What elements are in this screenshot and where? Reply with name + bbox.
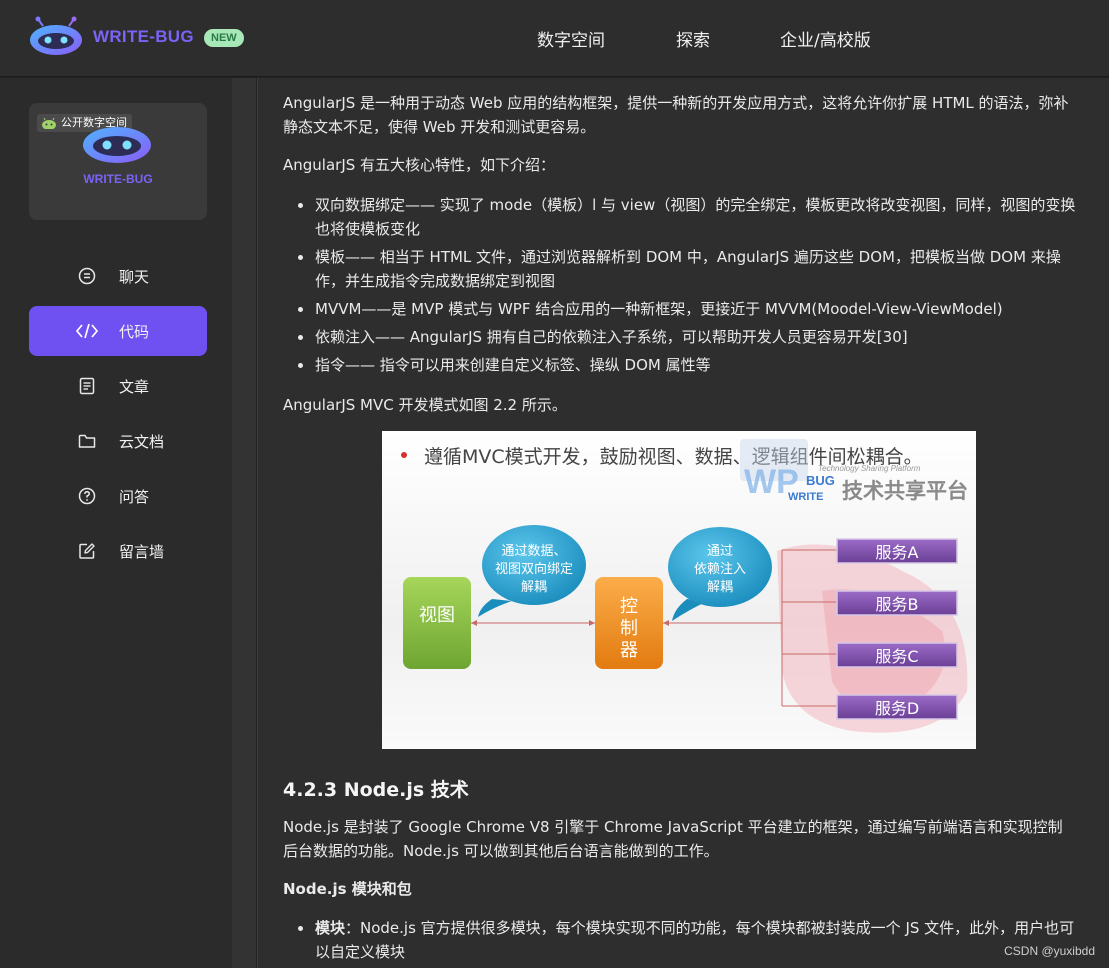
top-bar: WRITE-BUG NEW 数字空间 探索 企业/高校版 bbox=[0, 0, 1109, 77]
service-c-box: 服务C bbox=[836, 642, 958, 668]
list-item: MVVM——是 MVP 模式与 WPF 结合应用的一种新框架，更接近于 MVVM… bbox=[283, 297, 1083, 321]
sidebar-item-qa[interactable]: 问答 bbox=[29, 471, 207, 521]
code-icon bbox=[76, 323, 98, 339]
svg-text:制: 制 bbox=[620, 618, 638, 639]
sidebar-item-code[interactable]: 代码 bbox=[29, 306, 207, 356]
write-bug-logo[interactable] bbox=[28, 16, 84, 56]
svg-text:服务C: 服务C bbox=[875, 647, 918, 666]
brand-name[interactable]: WRITE-BUG bbox=[93, 27, 194, 47]
sidebar-item-label: 问答 bbox=[119, 487, 150, 506]
svg-text:WRITE: WRITE bbox=[788, 491, 823, 503]
list-item-text: ：Node.js 官方提供很多模块，每个模块实现不同的功能，每个模块都被封装成一… bbox=[315, 919, 1075, 961]
sidebar-item-cloud-docs[interactable]: 云文档 bbox=[29, 416, 207, 466]
sidebar-item-label: 代码 bbox=[119, 322, 150, 341]
node-subheading: Node.js 模块和包 bbox=[283, 880, 412, 898]
nav-digital-space[interactable]: 数字空间 bbox=[537, 26, 605, 51]
csdn-watermark: CSDN @yuxibdd bbox=[1004, 944, 1095, 958]
sidebar-item-label: 云文档 bbox=[119, 432, 165, 451]
svg-text:技术共享平台: 技术共享平台 bbox=[842, 479, 968, 503]
svg-text:依赖注入: 依赖注入 bbox=[694, 562, 746, 577]
space-card[interactable]: 公开数字空间 WRITE-BUG bbox=[29, 103, 207, 220]
svg-text:服务D: 服务D bbox=[875, 699, 919, 718]
list-item: 模板—— 相当于 HTML 文件，通过浏览器解析到 DOM 中，AngularJ… bbox=[283, 245, 1083, 293]
view-label: 视图 bbox=[419, 605, 455, 626]
chat-icon bbox=[78, 267, 96, 285]
service-b-box: 服务B bbox=[836, 590, 958, 616]
folder-icon bbox=[78, 434, 96, 448]
svg-text:通过数据、: 通过数据、 bbox=[501, 544, 566, 559]
sidebar-item-label: 文章 bbox=[119, 377, 150, 396]
list-item: 依赖注入—— AngularJS 拥有自己的依赖注入子系统，可以帮助开发人员更容… bbox=[283, 325, 1083, 349]
features-intro: AngularJS 有五大核心特性，如下介绍： bbox=[283, 156, 556, 174]
nav-enterprise[interactable]: 企业/高校版 bbox=[780, 26, 871, 51]
svg-text:控: 控 bbox=[620, 596, 638, 617]
sidebar-item-message-wall[interactable]: 留言墙 bbox=[29, 526, 207, 576]
sidebar-scroll-track bbox=[232, 78, 256, 968]
svg-text:视图双向绑定: 视图双向绑定 bbox=[495, 561, 573, 577]
sidebar-item-label: 聊天 bbox=[119, 267, 150, 286]
svg-text:解耦: 解耦 bbox=[707, 580, 733, 595]
features-list: 双向数据绑定—— 实现了 mode（模板）l 与 view（视图）的完全绑定，模… bbox=[283, 193, 1083, 381]
node-intro: Node.js 是封装了 Google Chrome V8 引擎于 Chrome… bbox=[283, 818, 1063, 860]
sidebar-item-chat[interactable]: 聊天 bbox=[29, 251, 207, 301]
space-brand: WRITE-BUG bbox=[83, 172, 153, 186]
service-d-box: 服务D bbox=[836, 694, 958, 720]
svg-text:器: 器 bbox=[620, 640, 638, 661]
mvc-diagram: 遵循MVC模式开发，鼓励视图、数据、逻辑组件间松耦合。 WP BUG WRITE… bbox=[382, 431, 976, 749]
list-item: 双向数据绑定—— 实现了 mode（模板）l 与 view（视图）的完全绑定，模… bbox=[283, 193, 1083, 241]
robot-icon bbox=[83, 127, 151, 163]
svg-text:解耦: 解耦 bbox=[521, 580, 547, 595]
svg-text:BUG: BUG bbox=[806, 473, 835, 488]
list-item-label: 模块 bbox=[315, 919, 346, 937]
node-list: 模块：Node.js 官方提供很多模块，每个模块实现不同的功能，每个模块都被封装… bbox=[283, 916, 1083, 968]
svg-text:Technology Sharing Platform: Technology Sharing Platform bbox=[818, 464, 921, 473]
figure-caption: AngularJS MVC 开发模式如图 2.2 所示。 bbox=[283, 396, 567, 414]
section-heading: 4.2.3 Node.js 技术 bbox=[283, 779, 469, 801]
intro-paragraph: AngularJS 是一种用于动态 Web 应用的结构框架，提供一种新的开发应用… bbox=[283, 94, 1069, 136]
sidebar-item-label: 留言墙 bbox=[119, 542, 165, 561]
nav-explore[interactable]: 探索 bbox=[676, 26, 710, 51]
sidebar-item-article[interactable]: 文章 bbox=[29, 361, 207, 411]
android-icon bbox=[42, 117, 56, 129]
service-a-box: 服务A bbox=[836, 538, 958, 564]
mvc-figure: 遵循MVC模式开发，鼓励视图、数据、逻辑组件间松耦合。 WP BUG WRITE… bbox=[382, 431, 976, 749]
article-icon bbox=[79, 377, 95, 395]
article-content: AngularJS 是一种用于动态 Web 应用的结构框架，提供一种新的开发应用… bbox=[257, 78, 1109, 968]
list-item: 指令—— 指令可以用来创建自定义标签、操纵 DOM 属性等 bbox=[283, 353, 1083, 377]
svg-text:通过: 通过 bbox=[707, 544, 733, 559]
svg-text:服务B: 服务B bbox=[876, 595, 919, 614]
new-badge: NEW bbox=[204, 29, 244, 47]
edit-icon bbox=[79, 543, 95, 559]
question-icon bbox=[78, 487, 96, 505]
svg-text:服务A: 服务A bbox=[876, 543, 919, 562]
list-item: 模块：Node.js 官方提供很多模块，每个模块实现不同的功能，每个模块都被封装… bbox=[283, 916, 1083, 964]
